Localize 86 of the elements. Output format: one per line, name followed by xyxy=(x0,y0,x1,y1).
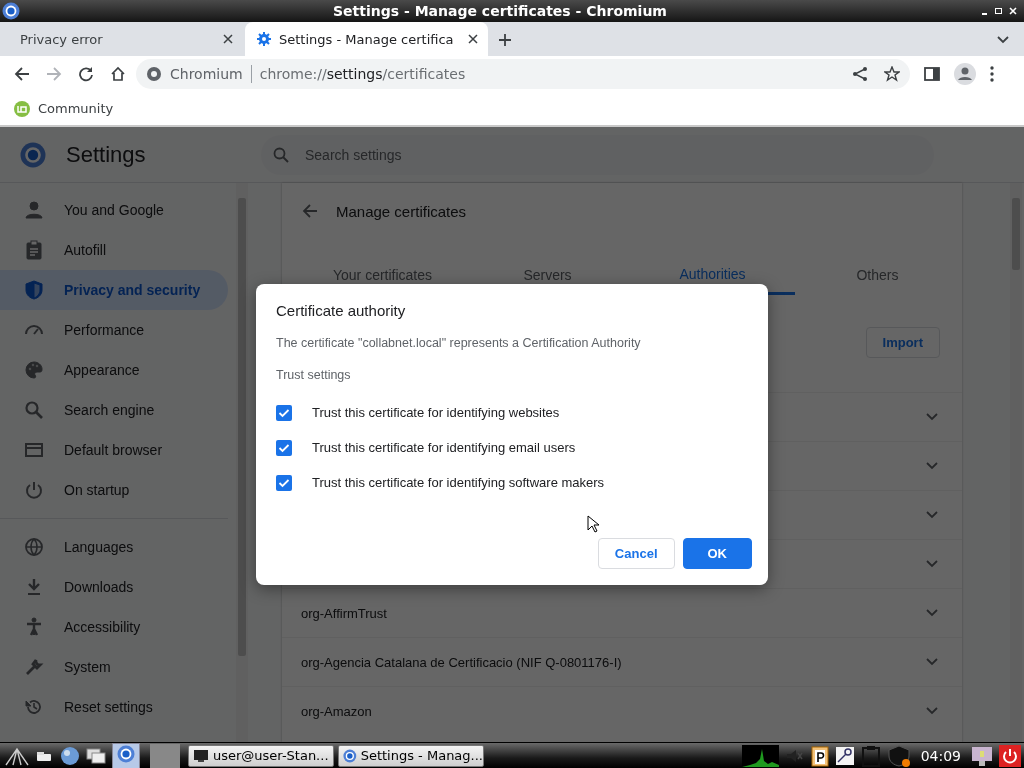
close-icon[interactable] xyxy=(468,34,478,44)
sidebar-item[interactable]: Privacy and security xyxy=(0,270,228,310)
sidebar-item[interactable]: You and Google xyxy=(0,190,228,230)
sidebar-item[interactable]: On startup xyxy=(0,470,228,510)
close-icon[interactable] xyxy=(223,34,233,44)
bookmark-link[interactable]: Community xyxy=(38,101,114,116)
address-bar[interactable]: Chromium chrome://settings/certificates xyxy=(136,59,910,89)
maximize-icon[interactable] xyxy=(994,6,1004,16)
home-icon[interactable] xyxy=(110,66,126,82)
sidebar-item[interactable]: Autofill xyxy=(0,230,228,270)
certificate-name: org-AffirmTrust xyxy=(301,605,387,621)
sidebar-item[interactable]: Languages xyxy=(0,527,228,567)
settings-logo-icon xyxy=(20,141,46,168)
checkbox[interactable] xyxy=(276,404,292,421)
certificate-tab[interactable]: Others xyxy=(795,255,960,295)
browser-launcher[interactable] xyxy=(112,742,140,768)
mouse-cursor-icon xyxy=(587,515,599,533)
chevron-down-icon[interactable] xyxy=(996,35,1010,45)
new-tab-icon[interactable] xyxy=(498,33,512,47)
sidebar-item-icon xyxy=(24,400,44,420)
page-title: Manage certificates xyxy=(336,202,467,220)
checkbox[interactable] xyxy=(276,439,292,456)
certificate-name: org-Amazon xyxy=(301,703,372,719)
sidebar-item[interactable]: Downloads xyxy=(0,567,228,607)
taskbar-slot xyxy=(150,743,180,768)
dialog-title: Certificate authority xyxy=(276,302,407,319)
sidebar-item[interactable]: Accessibility xyxy=(0,607,228,647)
sidebar-item-icon xyxy=(24,657,44,677)
window-title: Settings - Manage certificates - Chromium xyxy=(332,3,668,19)
gear-icon xyxy=(257,32,271,46)
section-label: Trust settings xyxy=(276,368,352,382)
back-arrow-icon[interactable] xyxy=(302,203,318,219)
sidebar-item[interactable]: Default browser xyxy=(0,430,228,470)
reload-icon[interactable] xyxy=(78,66,94,82)
checkbox[interactable] xyxy=(276,474,292,491)
browser-logo-icon xyxy=(2,2,20,20)
sidebar-item-icon xyxy=(24,537,44,557)
checkbox-label[interactable]: Trust this certificate for identifying websites xyxy=(312,405,560,420)
sidebar-item-icon xyxy=(24,240,44,260)
sidebar-item-icon xyxy=(24,480,44,500)
sidebar-item[interactable]: Search engine xyxy=(0,390,228,430)
side-panel-icon[interactable] xyxy=(924,66,940,82)
volume-icon[interactable] xyxy=(784,747,805,764)
checkbox-label[interactable]: Trust this certificate for identifying software makers xyxy=(312,475,605,490)
clock[interactable]: 04:09 xyxy=(920,747,961,764)
taskbar-window[interactable]: Settings - Manag... xyxy=(338,744,484,767)
sidebar-item[interactable]: System xyxy=(0,647,228,687)
power-icon[interactable] xyxy=(999,744,1021,767)
star-icon[interactable] xyxy=(884,66,900,82)
sidebar-item-icon xyxy=(24,280,44,300)
ok-button[interactable]: OK xyxy=(682,538,752,569)
windows-icon[interactable] xyxy=(86,746,106,765)
sidebar-item-icon xyxy=(24,440,44,460)
browser-logo-icon xyxy=(343,747,357,764)
sidebar-item[interactable]: Appearance xyxy=(0,350,228,390)
profile-icon[interactable] xyxy=(954,63,976,85)
scrollbar[interactable] xyxy=(236,183,248,742)
sidebar-item[interactable]: Performance xyxy=(0,310,228,350)
sidebar-item-icon xyxy=(24,360,44,380)
chromium-site-icon xyxy=(146,66,162,82)
sidebar-item-icon xyxy=(24,697,44,717)
scrollbar[interactable] xyxy=(1010,183,1022,742)
browser-tab[interactable]: Privacy error xyxy=(0,22,243,56)
shield-icon[interactable] xyxy=(886,744,911,767)
browser-tab[interactable]: Settings - Manage certifica xyxy=(245,22,488,56)
import-button[interactable]: Import xyxy=(865,327,940,358)
monitor-icon xyxy=(193,748,209,763)
mint-logo-icon xyxy=(14,100,30,117)
menu-icon[interactable] xyxy=(990,66,994,82)
browser-logo-icon xyxy=(117,744,135,763)
checkbox-label[interactable]: Trust this certificate for identifying email users xyxy=(312,440,576,455)
sidebar-item-icon xyxy=(24,617,44,637)
back-icon[interactable] xyxy=(14,66,30,82)
taskbar-window[interactable]: user@user-Stan... xyxy=(188,744,334,767)
certificate-name: org-Agencia Catalana de Certificacio (NIF Q-0801176-I) xyxy=(301,654,622,670)
globe-icon[interactable] xyxy=(60,745,80,766)
share-icon[interactable] xyxy=(852,66,868,82)
url-text: chrome://settings/certificates xyxy=(259,66,466,82)
sidebar-item-icon xyxy=(24,200,44,220)
cancel-button[interactable]: Cancel xyxy=(597,538,675,569)
dialog-description: The certificate "collabnet.local" represents a Certification Authority xyxy=(276,336,642,350)
settings-title: Settings xyxy=(66,141,147,168)
clipboard-icon[interactable] xyxy=(860,744,881,767)
sidebar-item[interactable]: Reset settings xyxy=(0,687,228,727)
screen-lock-icon[interactable] xyxy=(971,744,993,767)
search-icon xyxy=(273,146,289,163)
